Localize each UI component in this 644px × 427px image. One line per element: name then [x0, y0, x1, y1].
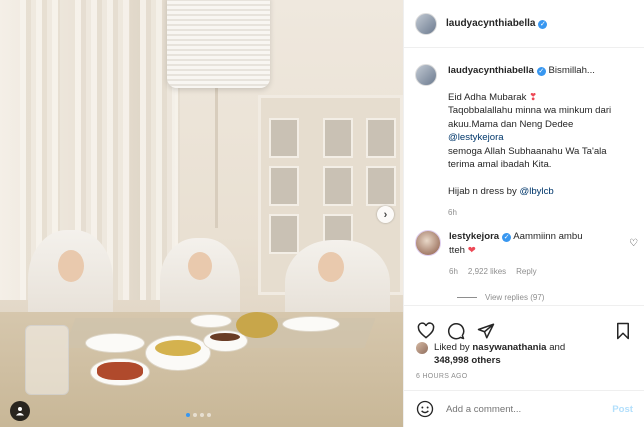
add-comment-bar: Post [404, 390, 644, 427]
caption-credit-mention[interactable]: @lbylcb [519, 186, 553, 197]
caption-line: terima amal ibadah Kita. [448, 159, 552, 170]
add-comment-input[interactable] [446, 403, 613, 415]
caption-line: semoga Allah Subhaanahu Wa Ta'ala [448, 145, 607, 157]
like-heart-icon[interactable] [416, 321, 436, 341]
avatar[interactable] [415, 12, 437, 35]
post-comment-button[interactable]: Post [612, 404, 633, 415]
curry [155, 340, 201, 356]
carousel-dot [200, 413, 204, 417]
caption-time[interactable]: 6h [448, 206, 611, 220]
share-paper-plane-icon[interactable] [476, 321, 496, 341]
liked-by-prefix: Liked by [434, 342, 473, 353]
liked-by-user[interactable]: nasywanathania [472, 342, 546, 353]
carousel-indicator [186, 413, 211, 417]
post-sidebar: laudyacynthiabella ✓ laudyacynthiabella ✓ … [403, 0, 644, 427]
author-username[interactable]: laudyacynthiabella ✓ [446, 18, 548, 29]
comment-meta: 6h 2,922 likes Reply [449, 265, 640, 279]
food [210, 333, 240, 341]
verified-badge-icon: ✓ [536, 67, 546, 76]
caption-first-line: Bismillah... [548, 65, 595, 76]
action-bar [404, 305, 644, 345]
comment-username[interactable]: lestykejora [449, 231, 499, 242]
face [318, 252, 344, 282]
liked-by: Liked by nasywanathania and 348,998 othe… [416, 341, 565, 367]
caption-mention[interactable]: @lestykejora [448, 131, 611, 145]
chandelier [167, 0, 270, 88]
comment-text: tteh [449, 244, 466, 256]
comment-bubble-icon[interactable] [446, 321, 466, 341]
verified-badge-icon: ✓ [538, 20, 548, 29]
caption-line: Eid Adha Mubarak [448, 91, 527, 103]
caption-username[interactable]: laudyacynthiabella [448, 65, 534, 76]
emoji-smiley-icon[interactable] [416, 400, 434, 418]
face [58, 250, 84, 282]
comment-time[interactable]: 6h [449, 265, 458, 279]
caption-credit-prefix: Hijab n dress by [448, 185, 520, 197]
lamp-rod [215, 88, 218, 228]
food-bowl [236, 312, 278, 338]
plate [190, 314, 232, 328]
view-replies-text[interactable]: View replies (97) [485, 293, 544, 302]
view-replies-button[interactable]: View replies (97) [457, 293, 544, 302]
instagram-post-view: › laudyacynthiabella ✓ laudyacynthiabella… [0, 0, 644, 427]
caption-line: Taqobbalallahu minna wa minkum dari [448, 105, 612, 116]
liked-by-count[interactable]: 348,998 others [434, 355, 501, 366]
caption-line: akuu.Mama dan Neng Dedee [448, 118, 574, 130]
post-header: laudyacynthiabella ✓ [404, 0, 644, 48]
liker-avatar[interactable] [416, 342, 428, 354]
carousel-dot-active [186, 413, 190, 417]
save-bookmark-icon[interactable] [613, 321, 633, 341]
like-comment-heart-icon[interactable]: ♡ [629, 238, 638, 249]
comment: lestykejora ✓ Aammiinn ambu tteh ❤ 6h 2,9… [415, 230, 640, 279]
comment-text: Aammiinn ambu [513, 231, 583, 242]
chili-dish [97, 362, 143, 380]
caption-avatar[interactable] [415, 64, 437, 86]
tagged-users-button[interactable] [10, 401, 30, 421]
face [188, 252, 212, 280]
plate [85, 333, 145, 353]
caption: laudyacynthiabella ✓ Bismillah... Eid Adh… [415, 64, 640, 220]
post-photo[interactable]: › [0, 0, 403, 427]
red-heart-emoji-icon: ❤ [467, 244, 476, 256]
author-username-text[interactable]: laudyacynthiabella [446, 18, 535, 29]
liked-by-middle: and [546, 342, 566, 353]
person-icon [16, 407, 24, 416]
replies-line [457, 297, 477, 298]
carousel-dot [207, 413, 211, 417]
next-photo-button[interactable]: › [377, 206, 394, 223]
comment-avatar[interactable] [415, 230, 441, 256]
posted-time[interactable]: 6 HOURS AGO [416, 373, 468, 380]
reply-button[interactable]: Reply [516, 265, 536, 279]
glass-pitcher [25, 325, 69, 395]
comment-likes[interactable]: 2,922 likes [468, 265, 506, 279]
verified-badge-icon: ✓ [502, 233, 512, 242]
red-pin-icon: ❣ [529, 91, 538, 103]
carousel-dot [193, 413, 197, 417]
plate [282, 316, 340, 332]
